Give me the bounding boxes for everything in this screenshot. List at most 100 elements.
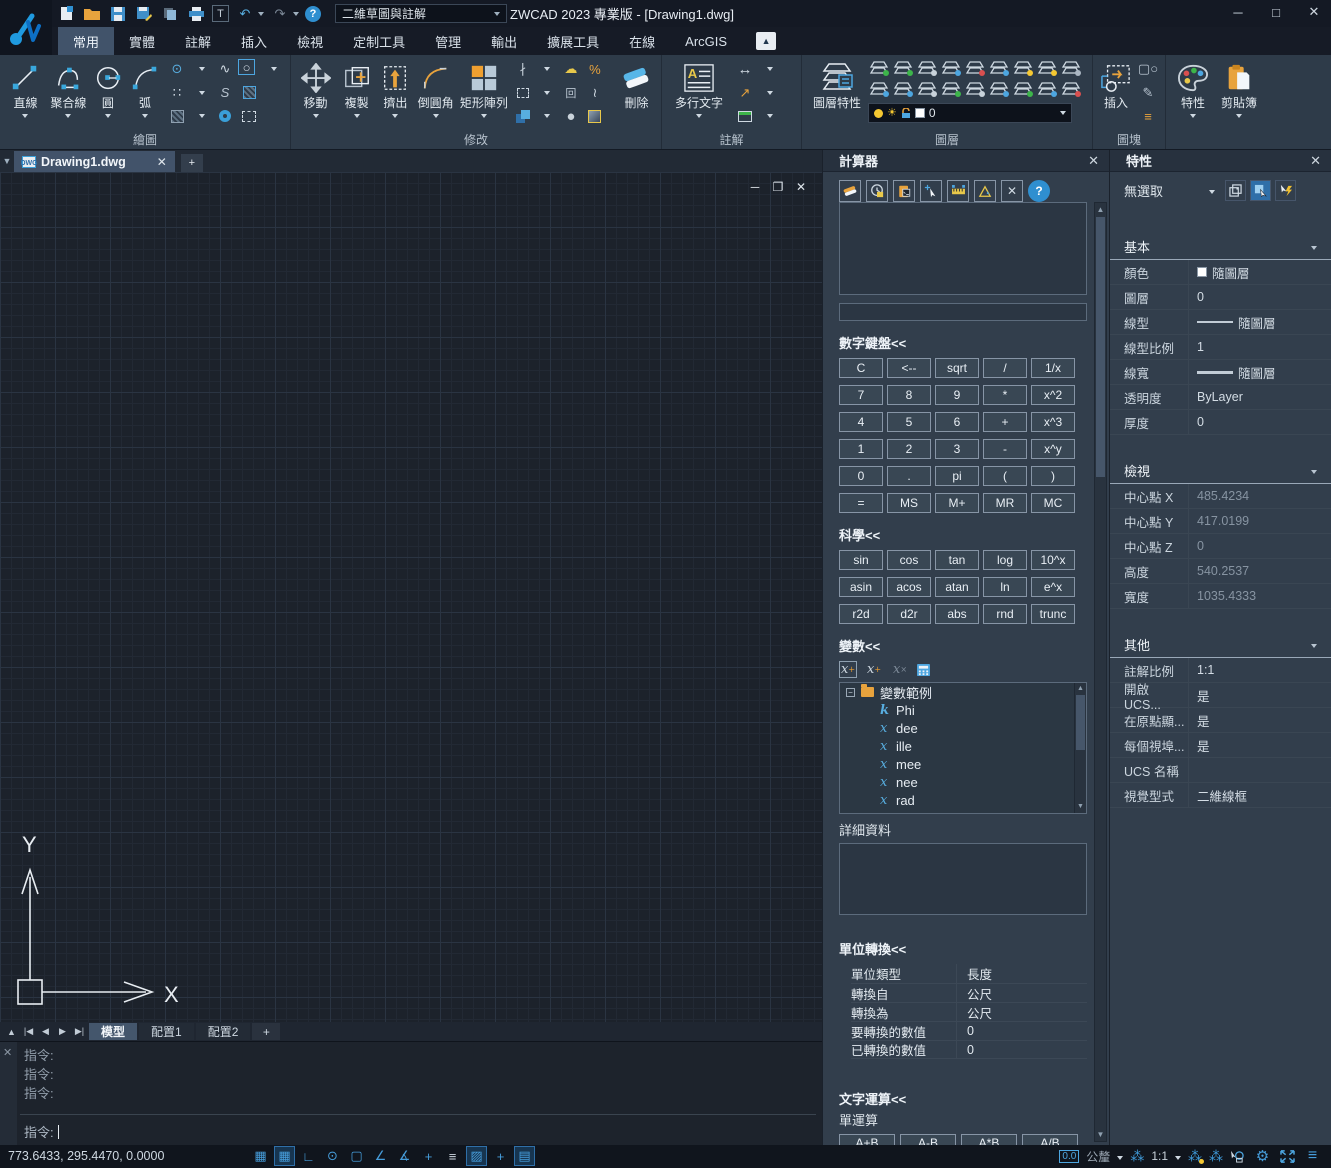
- tab-custom-tools[interactable]: 定制工具: [338, 27, 420, 55]
- prop-row-center-x[interactable]: 中心點 X 485.4234: [1110, 484, 1331, 509]
- quick-select-icon[interactable]: [1225, 180, 1246, 201]
- prop-row-ucs-origin[interactable]: 在原點顯... 是: [1110, 708, 1331, 733]
- calc-key[interactable]: d2r: [887, 604, 931, 624]
- save-icon[interactable]: [108, 4, 128, 24]
- layer-freeze-icon[interactable]: [940, 59, 962, 77]
- scale-dropdown-icon[interactable]: [536, 83, 558, 103]
- prop-row-width[interactable]: 寬度 1035.4333: [1110, 584, 1331, 609]
- calc-key[interactable]: sqrt: [935, 358, 979, 378]
- redo-icon[interactable]: ↷: [270, 4, 290, 24]
- calc-key[interactable]: tan: [935, 550, 979, 570]
- layer-thaw-icon[interactable]: [1036, 59, 1058, 77]
- stretch-button[interactable]: 擠出: [377, 57, 413, 131]
- dynamic-ucs-icon[interactable]: +: [490, 1146, 511, 1166]
- prop-row-height[interactable]: 高度 540.2537: [1110, 559, 1331, 584]
- calc-history-box[interactable]: [839, 202, 1087, 295]
- doc-tab-close-icon[interactable]: ✕: [157, 155, 167, 169]
- units-caret-icon[interactable]: [1117, 1156, 1123, 1160]
- tab-arcgis[interactable]: ArcGIS: [670, 27, 742, 55]
- calc-key[interactable]: sin: [839, 550, 883, 570]
- layer-vpfreeze-icon[interactable]: [988, 80, 1010, 98]
- close-icon[interactable]: ✕: [1303, 2, 1325, 22]
- viewport-close-icon[interactable]: ✕: [794, 180, 808, 194]
- tab-view[interactable]: 檢視: [282, 27, 338, 55]
- annotation-scale-value[interactable]: 1:1: [1151, 1149, 1168, 1163]
- calc-clear-eraser-icon[interactable]: [839, 180, 861, 202]
- calc-key[interactable]: atan: [935, 577, 979, 597]
- text-style-icon[interactable]: T: [212, 5, 229, 22]
- polyline-button[interactable]: 聚合線: [47, 57, 90, 131]
- selection-cycling-icon[interactable]: [1230, 1150, 1245, 1163]
- calc-key[interactable]: x^y: [1031, 439, 1075, 459]
- ellipse-dropdown-icon[interactable]: [190, 59, 212, 79]
- wipeout-dropdown-icon[interactable]: [262, 59, 284, 79]
- calc-help-icon[interactable]: ?: [1028, 180, 1050, 202]
- calc-key[interactable]: 10^x: [1031, 550, 1075, 570]
- offset-icon[interactable]: 回: [560, 83, 582, 103]
- block-edit-icon[interactable]: ✎: [1137, 83, 1159, 103]
- hatch-dropdown-icon[interactable]: [190, 106, 212, 126]
- plot-preview-icon[interactable]: [160, 4, 180, 24]
- command-prompt[interactable]: 指令:: [24, 1122, 59, 1141]
- layer-isolate-icon[interactable]: [868, 59, 890, 77]
- gradient-icon[interactable]: [584, 106, 606, 126]
- insert-block-button[interactable]: 插入: [1097, 57, 1135, 131]
- new-document-tab-button[interactable]: +: [181, 154, 203, 172]
- explode-icon[interactable]: ●: [560, 106, 582, 126]
- trim-icon[interactable]: ∤: [512, 59, 534, 79]
- calc-key[interactable]: 8: [887, 385, 931, 405]
- region-icon[interactable]: [238, 83, 260, 103]
- calc-key[interactable]: +: [983, 412, 1027, 432]
- calc-key[interactable]: x^2: [1031, 385, 1075, 405]
- scale-icon[interactable]: [512, 83, 534, 103]
- calc-pick-point-icon[interactable]: [920, 180, 942, 202]
- properties-palette-button[interactable]: 特性: [1170, 57, 1216, 131]
- annotation-visibility-icon[interactable]: ⁂: [1188, 1148, 1202, 1165]
- next-layout-icon[interactable]: ▶: [55, 1026, 70, 1037]
- redo-dropdown-icon[interactable]: [293, 12, 299, 16]
- layer-unisolate-icon[interactable]: [892, 59, 914, 77]
- tab-solid[interactable]: 實體: [114, 27, 170, 55]
- calculator-mode-icon[interactable]: [917, 664, 930, 676]
- variable-item[interactable]: xille: [840, 737, 1086, 755]
- unit-row[interactable]: 轉換為公尺: [851, 1002, 1087, 1021]
- layer-restore-icon[interactable]: [1012, 80, 1034, 98]
- prop-row-ltscale[interactable]: 線型比例 1: [1110, 335, 1331, 360]
- object-snap-icon[interactable]: ▢: [346, 1146, 367, 1166]
- calc-key[interactable]: asin: [839, 577, 883, 597]
- layer-walk-icon[interactable]: [1060, 59, 1082, 77]
- calc-key[interactable]: 1: [839, 439, 883, 459]
- clipboard-button[interactable]: 剪貼簿: [1216, 57, 1262, 131]
- calc-key[interactable]: /: [983, 358, 1027, 378]
- table-dropdown-icon[interactable]: [758, 106, 780, 126]
- layer-on-icon[interactable]: [1012, 59, 1034, 77]
- collapse-node-icon[interactable]: −: [846, 688, 855, 697]
- prop-row-thickness[interactable]: 厚度 0: [1110, 410, 1331, 435]
- calculator-scrollbar[interactable]: ▲ ▼: [1094, 202, 1107, 1142]
- prop-row-ucs-viewport[interactable]: 每個視埠... 是: [1110, 733, 1331, 758]
- auto-annotation-icon[interactable]: ⁂: [1209, 1148, 1223, 1165]
- unit-row[interactable]: 轉換自公尺: [851, 983, 1087, 1002]
- properties-close-icon[interactable]: ✕: [1310, 153, 1321, 169]
- variable-item[interactable]: xrad: [840, 791, 1086, 809]
- calc-key[interactable]: trunc: [1031, 604, 1075, 624]
- calc-key[interactable]: 6: [935, 412, 979, 432]
- variable-item[interactable]: kPhi: [840, 701, 1086, 719]
- polar-tracking-icon[interactable]: ⊙: [322, 1146, 343, 1166]
- spline-wave-icon[interactable]: ∿: [214, 59, 236, 79]
- calc-history-icon[interactable]: [866, 180, 888, 202]
- grid-icon[interactable]: ▦: [250, 1146, 271, 1166]
- calc-key[interactable]: acos: [887, 577, 931, 597]
- prop-row-transparency[interactable]: 透明度 ByLayer: [1110, 385, 1331, 410]
- calc-paste-icon[interactable]: [893, 180, 915, 202]
- calc-key[interactable]: 4: [839, 412, 883, 432]
- dimension-dropdown-icon[interactable]: [758, 59, 780, 79]
- calc-input-field[interactable]: [839, 303, 1087, 321]
- tab-annotate[interactable]: 註解: [170, 27, 226, 55]
- calc-key[interactable]: 0: [839, 466, 883, 486]
- new-variable-icon[interactable]: x+: [839, 661, 857, 678]
- command-close-icon[interactable]: ✕: [3, 1046, 12, 1059]
- break-icon[interactable]: ≀: [584, 83, 606, 103]
- layer-copy-icon[interactable]: [916, 80, 938, 98]
- layer-dropdown[interactable]: ☀ 0: [868, 103, 1072, 123]
